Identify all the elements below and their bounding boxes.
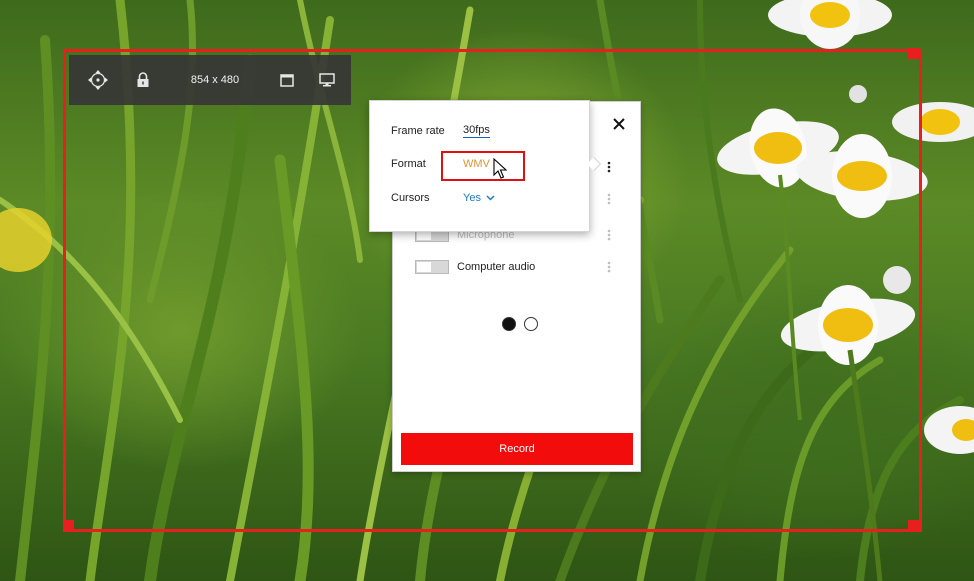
cursors-row: Cursors Yes — [391, 190, 495, 206]
record-button[interactable]: Record — [401, 433, 633, 465]
computer-audio-row: Computer audio — [415, 258, 535, 276]
computer-audio-label: Computer audio — [457, 261, 536, 273]
frame-rate-label: Frame rate — [391, 125, 445, 137]
cursors-label: Cursors — [391, 192, 430, 204]
mouse-pointer-icon — [493, 158, 507, 179]
close-icon[interactable] — [609, 114, 629, 134]
lock-icon[interactable] — [131, 55, 155, 105]
frame-rate-dropdown[interactable]: 30fps — [463, 124, 490, 138]
microphone-options-icon[interactable] — [604, 226, 614, 244]
chevron-down-icon — [486, 195, 495, 201]
page-dot-2[interactable] — [524, 317, 538, 331]
page-dot-1[interactable] — [502, 317, 516, 331]
cursors-value: Yes — [463, 192, 481, 204]
more-options-icon[interactable] — [604, 190, 614, 208]
page-indicator — [502, 317, 538, 331]
monitor-icon[interactable] — [315, 55, 339, 105]
resize-handle-bottom-left[interactable] — [63, 520, 74, 531]
capture-size-label: 854 x 480 — [190, 74, 240, 86]
cursors-dropdown[interactable]: Yes — [463, 192, 495, 204]
move-icon[interactable] — [85, 55, 111, 105]
format-highlight-box — [441, 151, 525, 181]
settings-popup: Frame rate 30fps Format WMV Cursors Yes — [369, 100, 602, 232]
more-options-icon[interactable] — [604, 158, 614, 176]
capture-toolbar: 854 x 480 — [69, 55, 351, 105]
window-icon[interactable] — [275, 55, 299, 105]
frame-rate-row: Frame rate 30fps — [391, 123, 490, 139]
resize-handle-top-right[interactable] — [908, 48, 919, 59]
computer-audio-toggle[interactable] — [415, 260, 449, 274]
resize-handle-bottom-right[interactable] — [908, 520, 919, 531]
computer-audio-options-icon[interactable] — [604, 258, 614, 276]
